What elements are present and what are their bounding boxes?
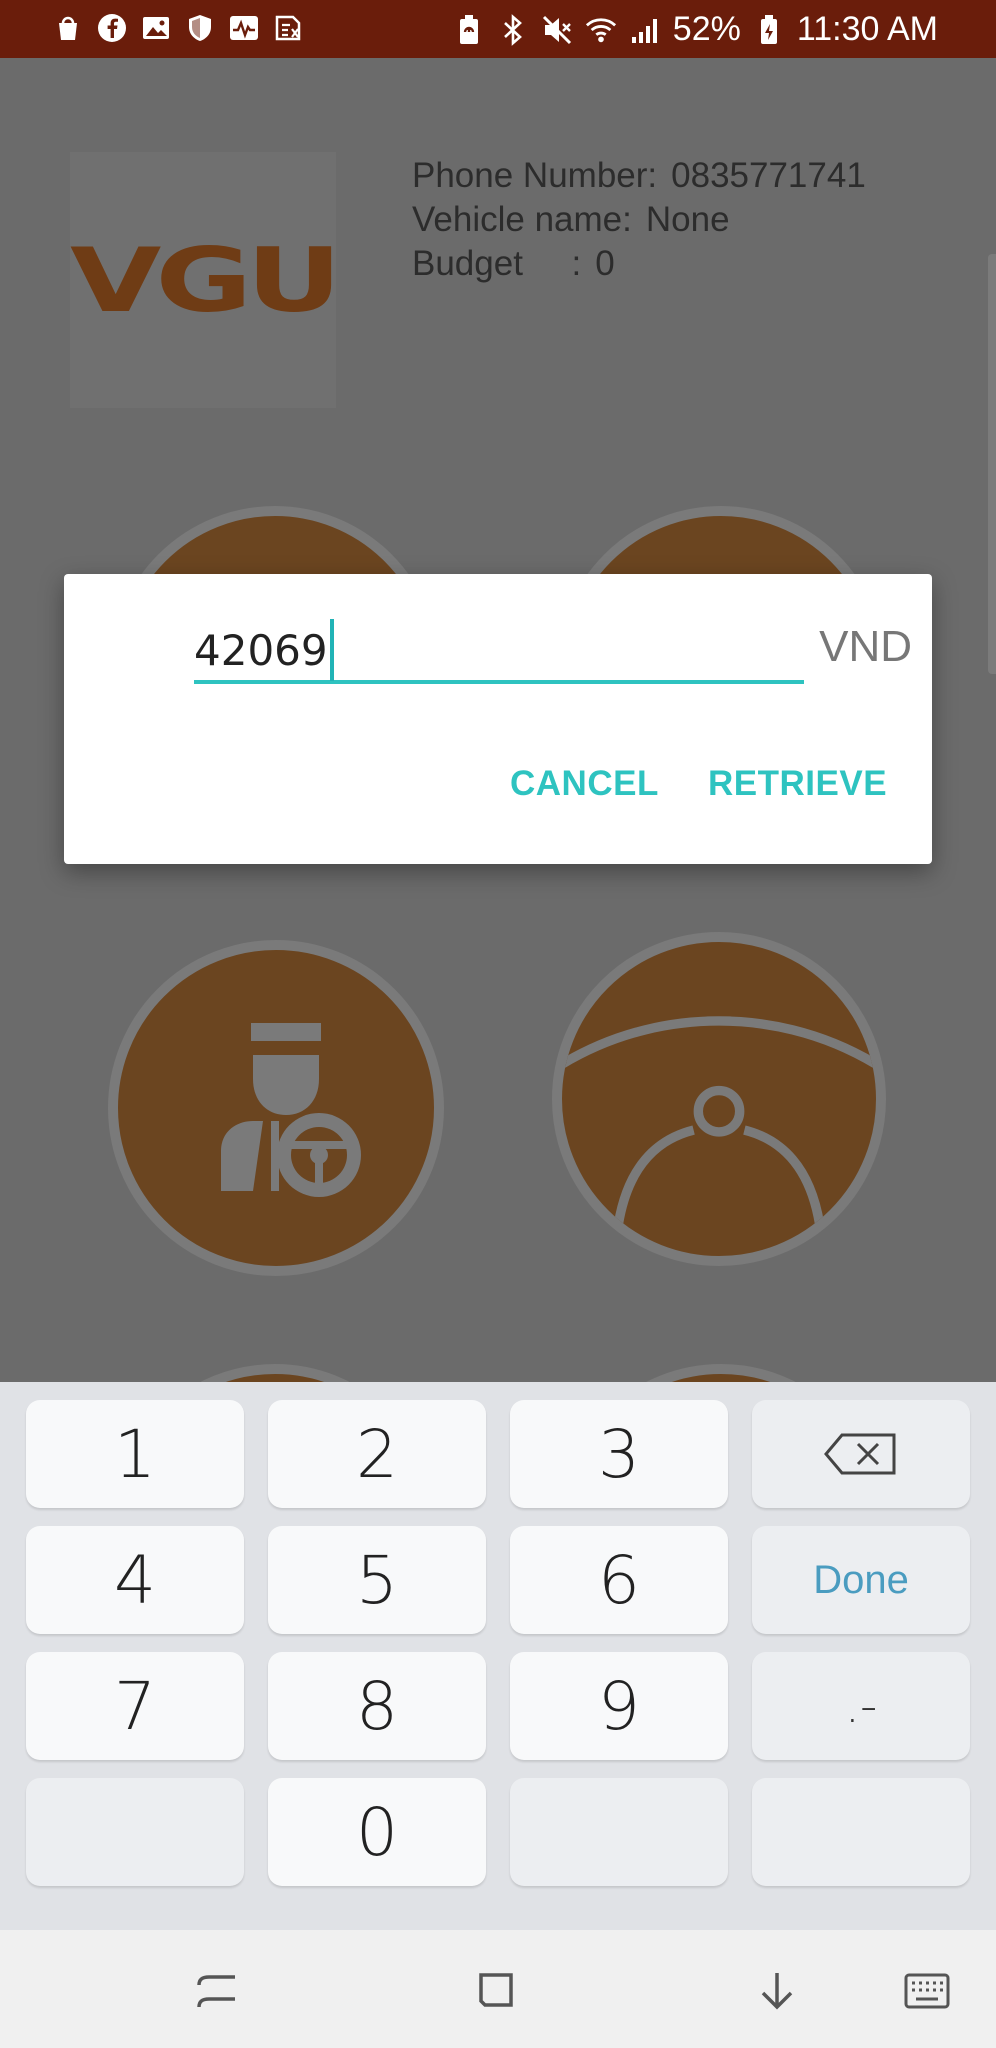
vehicle-row: Vehicle name: None xyxy=(412,198,866,242)
blank-key-middle xyxy=(510,1778,728,1886)
text-cursor xyxy=(329,619,334,681)
navigation-bar xyxy=(0,1930,996,2048)
key-4[interactable]: 4 xyxy=(26,1526,244,1634)
retrieve-dialog: 42069 VND CANCEL RETRIEVE xyxy=(64,574,932,864)
logo-text: VGU xyxy=(70,228,342,332)
retrieve-button[interactable]: RETRIEVE xyxy=(708,764,887,804)
blank-key-right xyxy=(752,1778,970,1886)
key-9[interactable]: 9 xyxy=(510,1652,728,1760)
battery-icon xyxy=(753,14,785,46)
vgu-logo: VGU xyxy=(70,152,342,408)
phone-value: 0835771741 xyxy=(671,156,866,195)
key-1[interactable]: 1 xyxy=(26,1400,244,1508)
backspace-key[interactable] xyxy=(752,1400,970,1508)
vehicle-label: Vehicle name: xyxy=(412,200,632,239)
key-6[interactable]: 6 xyxy=(510,1526,728,1634)
scrollbar[interactable] xyxy=(988,254,996,674)
facebook-icon xyxy=(96,12,128,44)
system-indicators: 52% 11:30 AM xyxy=(453,10,938,49)
done-key[interactable]: Done xyxy=(752,1526,970,1634)
vehicle-value: None xyxy=(645,200,730,239)
battery-percent: 52% xyxy=(672,10,741,48)
bluetooth-icon xyxy=(497,13,529,46)
key-7[interactable]: 7 xyxy=(26,1652,244,1760)
symbol-key[interactable]: .- xyxy=(752,1652,970,1760)
signal-icon xyxy=(629,14,661,46)
numeric-keypad: 1 2 3 4 5 6 Done 7 8 9 .- 0 xyxy=(0,1382,996,1930)
hide-keyboard-icon[interactable] xyxy=(752,1966,802,2016)
driver-button[interactable] xyxy=(108,940,444,1276)
amount-input[interactable]: 42069 xyxy=(194,619,804,684)
driver-icon xyxy=(221,1023,361,1197)
status-bar: 52% 11:30 AM xyxy=(0,0,996,58)
activity-icon xyxy=(228,12,260,44)
key-2[interactable]: 2 xyxy=(268,1400,486,1508)
phone-row: Phone Number: 0835771741 xyxy=(412,154,866,198)
recent-apps-icon[interactable] xyxy=(192,1966,242,2016)
budget-row: Budget : 0 xyxy=(412,242,866,286)
keyboard-icon[interactable] xyxy=(902,1966,952,2016)
sim-icon xyxy=(272,12,304,44)
key-0[interactable]: 0 xyxy=(268,1778,486,1886)
notification-icons xyxy=(52,12,304,44)
currency-unit: VND xyxy=(819,622,912,671)
budget-label: Budget : xyxy=(412,244,582,283)
amount-value: 42069 xyxy=(194,625,328,675)
steering-wheel-button[interactable] xyxy=(552,932,886,1266)
key-8[interactable]: 8 xyxy=(268,1652,486,1760)
home-icon[interactable] xyxy=(472,1966,522,2016)
shield-icon xyxy=(184,12,216,44)
mute-icon xyxy=(541,14,573,46)
gallery-icon xyxy=(140,12,172,44)
phone-label: Phone Number: xyxy=(412,156,658,195)
clock: 11:30 AM xyxy=(796,10,938,48)
shopping-bag-icon xyxy=(52,12,84,44)
cancel-button[interactable]: CANCEL xyxy=(510,764,659,804)
battery-saver-icon xyxy=(453,14,485,46)
wifi-icon xyxy=(585,14,617,46)
backspace-icon xyxy=(824,1433,896,1475)
key-3[interactable]: 3 xyxy=(510,1400,728,1508)
profile-info: Phone Number: 0835771741 Vehicle name: N… xyxy=(412,154,866,286)
blank-key-left xyxy=(26,1778,244,1886)
steering-wheel-icon xyxy=(562,1016,876,1225)
key-5[interactable]: 5 xyxy=(268,1526,486,1634)
budget-value: 0 xyxy=(595,244,615,283)
